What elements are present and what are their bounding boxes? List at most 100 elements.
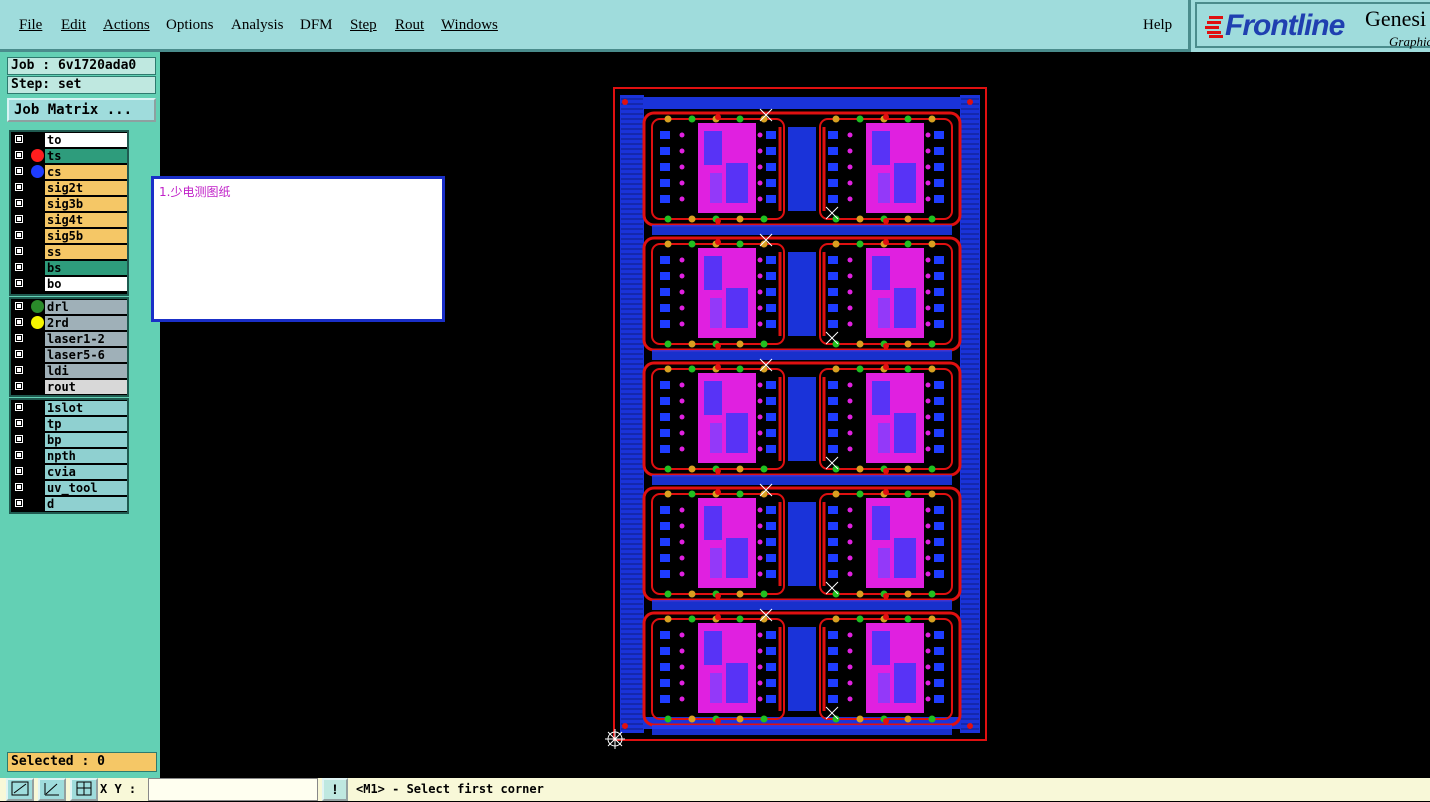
menu-dfm[interactable]: DFM	[300, 17, 333, 34]
layer-name[interactable]: rout	[45, 380, 127, 394]
layer-name[interactable]: laser1-2	[45, 332, 127, 346]
warning-button[interactable]: !	[322, 778, 348, 801]
layer-checkbox[interactable]	[14, 198, 24, 208]
layer-checkbox[interactable]	[14, 450, 24, 460]
layer-row-ldi[interactable]: ldi	[11, 363, 127, 379]
layer-row-laser1-2[interactable]: laser1-2	[11, 331, 127, 347]
layer-checkbox[interactable]	[14, 150, 24, 160]
layer-row-rout[interactable]: rout	[11, 379, 127, 395]
layer-checkbox[interactable]	[14, 301, 24, 311]
layer-row-sig4t[interactable]: sig4t	[11, 212, 127, 228]
layer-checkbox[interactable]	[14, 498, 24, 508]
menu-windows[interactable]: Windows	[441, 17, 498, 34]
layer-row-cvia[interactable]: cvia	[11, 464, 127, 480]
component-pad	[757, 539, 763, 545]
layer-name[interactable]: sig3b	[45, 197, 127, 211]
menu-edit[interactable]: Edit	[61, 17, 86, 34]
layer-name[interactable]: to	[45, 133, 127, 147]
menu-rout[interactable]: Rout	[395, 17, 424, 34]
layer-row-d[interactable]: d	[11, 496, 127, 512]
layer-row-laser5-6[interactable]: laser5-6	[11, 347, 127, 363]
layer-row-bs[interactable]: bs	[11, 260, 127, 276]
menu-file[interactable]: File	[19, 17, 42, 34]
menu-options[interactable]: Options	[166, 17, 214, 34]
component	[934, 381, 944, 389]
layer-name[interactable]: tp	[45, 417, 127, 431]
layer-checkbox[interactable]	[14, 482, 24, 492]
test-pad	[928, 340, 936, 348]
layer-name[interactable]: ts	[45, 149, 127, 163]
layer-row-cs[interactable]: cs	[11, 164, 127, 180]
job-matrix-button[interactable]: Job Matrix ...	[7, 98, 156, 122]
layer-row-bo[interactable]: bo	[11, 276, 127, 292]
layer-name[interactable]: sig5b	[45, 229, 127, 243]
test-pad	[736, 590, 744, 598]
menu-actions[interactable]: Actions	[103, 17, 150, 34]
layer-name[interactable]: sig4t	[45, 213, 127, 227]
layer-row-uv_tool[interactable]: uv_tool	[11, 480, 127, 496]
layer-name[interactable]: bp	[45, 433, 127, 447]
layer-row-ts[interactable]: ts	[11, 148, 127, 164]
component	[934, 663, 944, 671]
logo-text: Frontline	[1225, 9, 1345, 42]
layer-name[interactable]: ss	[45, 245, 127, 259]
layer-row-sig2t[interactable]: sig2t	[11, 180, 127, 196]
layer-row-bp[interactable]: bp	[11, 432, 127, 448]
graphics-canvas[interactable]	[160, 55, 1430, 778]
xy-input[interactable]	[148, 778, 318, 801]
grid-icon[interactable]	[70, 778, 98, 801]
layer-checkbox[interactable]	[14, 214, 24, 224]
layer-checkbox[interactable]	[14, 134, 24, 144]
layer-name[interactable]: ldi	[45, 364, 127, 378]
menu-step[interactable]: Step	[350, 17, 377, 34]
layer-checkbox[interactable]	[14, 333, 24, 343]
layer-row-drl[interactable]: drl	[11, 299, 127, 315]
layer-row-2rd[interactable]: 2rd	[11, 315, 127, 331]
measure-icon[interactable]	[38, 778, 66, 801]
layer-name[interactable]: laser5-6	[45, 348, 127, 362]
component	[660, 570, 670, 578]
menu-help[interactable]: Help	[1143, 17, 1172, 34]
test-pad	[928, 115, 936, 123]
layer-name[interactable]: bo	[45, 277, 127, 291]
layer-name[interactable]: uv_tool	[45, 481, 127, 495]
layer-checkbox[interactable]	[14, 402, 24, 412]
layer-checkbox[interactable]	[14, 278, 24, 288]
component	[828, 163, 838, 171]
layer-name[interactable]: bs	[45, 261, 127, 275]
layer-checkbox[interactable]	[14, 262, 24, 272]
component-pad	[757, 132, 763, 138]
layer-checkbox[interactable]	[14, 434, 24, 444]
layer-name[interactable]: 1slot	[45, 401, 127, 415]
layer-row-sig3b[interactable]: sig3b	[11, 196, 127, 212]
layer-name[interactable]: cvia	[45, 465, 127, 479]
note-popup[interactable]: 1.少电测图纸	[151, 176, 445, 322]
layer-name[interactable]: 2rd	[45, 316, 127, 330]
layer-name[interactable]: drl	[45, 300, 127, 314]
zoom-extents-icon[interactable]	[6, 778, 34, 801]
layer-row-to[interactable]: to	[11, 132, 127, 148]
layer-checkbox[interactable]	[14, 166, 24, 176]
layer-checkbox[interactable]	[14, 349, 24, 359]
layer-checkbox[interactable]	[14, 230, 24, 240]
layer-row-tp[interactable]: tp	[11, 416, 127, 432]
menu-analysis[interactable]: Analysis	[231, 17, 284, 34]
layer-row-sig5b[interactable]: sig5b	[11, 228, 127, 244]
layer-name[interactable]: sig2t	[45, 181, 127, 195]
center-slot	[788, 252, 816, 336]
component	[766, 695, 776, 703]
layer-checkbox[interactable]	[14, 381, 24, 391]
layer-checkbox[interactable]	[14, 365, 24, 375]
layer-name[interactable]: npth	[45, 449, 127, 463]
layer-name[interactable]: d	[45, 497, 127, 511]
layer-checkbox[interactable]	[14, 182, 24, 192]
layer-checkbox[interactable]	[14, 246, 24, 256]
layer-row-1slot[interactable]: 1slot	[11, 400, 127, 416]
layer-name[interactable]: cs	[45, 165, 127, 179]
layer-checkbox[interactable]	[14, 418, 24, 428]
layer-row-npth[interactable]: npth	[11, 448, 127, 464]
layer-checkbox[interactable]	[14, 466, 24, 476]
layer-checkbox[interactable]	[14, 317, 24, 327]
layer-row-ss[interactable]: ss	[11, 244, 127, 260]
unit-copper-block	[894, 413, 916, 453]
